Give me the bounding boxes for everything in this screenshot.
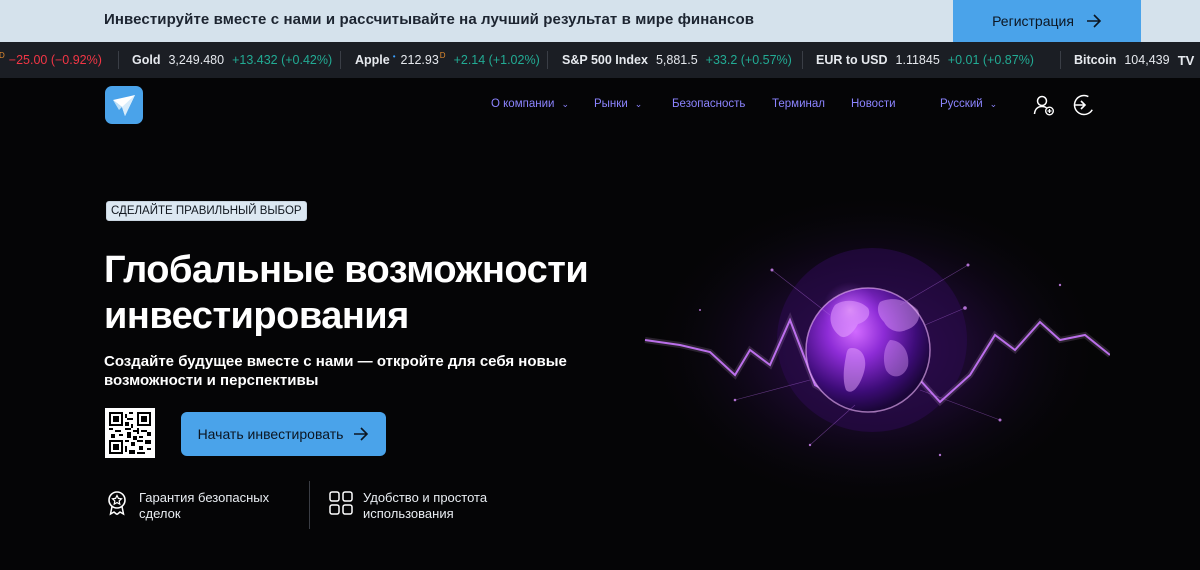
language-label: Русский: [940, 98, 983, 110]
login-icon[interactable]: [1072, 94, 1094, 116]
ticker-change: −25.00 (−0.92%): [8, 53, 102, 67]
ticker-item-gold[interactable]: Gold 3,249.480 +13.432 (+0.42%): [132, 42, 332, 78]
feature-ease-of-use: Удобство и простота использования: [329, 490, 513, 522]
nav-markets[interactable]: Рынки ⌄: [594, 98, 642, 110]
nav-terminal-label: Терминал: [772, 98, 825, 110]
ticker-name: Bitcoin: [1074, 53, 1117, 67]
feature-divider: [309, 481, 310, 529]
tradingview-logo[interactable]: TV: [1172, 42, 1200, 78]
ticker-name: Gold: [132, 53, 161, 67]
ticker-divider: [340, 51, 341, 69]
feature-ease-of-use-text: Удобство и простота использования: [363, 490, 488, 521]
ticker-divider: [1060, 51, 1061, 69]
qr-code-icon: [109, 412, 151, 454]
user-register-icon[interactable]: [1033, 94, 1055, 116]
ticker-item-apple[interactable]: Apple • 212.93 D +2.14 (+1.02%): [355, 42, 540, 78]
arrow-right-icon: [354, 427, 369, 441]
ticker-price: 3,249.480: [168, 53, 225, 67]
qr-code[interactable]: [105, 408, 155, 458]
ticker-price: 104,439: [1124, 53, 1170, 67]
ticker-tape[interactable]: D −25.00 (−0.92%) Gold 3,249.480 +13.432…: [0, 42, 1200, 78]
ticker-divider: [118, 51, 119, 69]
arrow-right-icon: [1086, 14, 1102, 28]
ticker-price: 212.93: [400, 53, 439, 67]
start-investing-label: Начать инвестировать: [197, 426, 344, 442]
brand-logo[interactable]: [105, 86, 143, 124]
ticker-change: +13.432 (+0.42%): [232, 53, 333, 67]
ticker-name: EUR to USD: [816, 53, 888, 67]
hero-title-line1: Глобальные возможности: [104, 249, 589, 291]
feature-secure-deals: Гарантия безопасных сделок: [105, 490, 289, 522]
hero-badge: СДЕЛАЙТЕ ПРАВИЛЬНЫЙ ВЫБОР: [106, 201, 307, 221]
nav-markets-label: Рынки: [594, 98, 628, 110]
register-label: Регистрация: [992, 13, 1074, 29]
ticker-price: 5,881.5: [655, 53, 698, 67]
ticker-item[interactable]: D −25.00 (−0.92%): [0, 42, 102, 78]
chevron-down-icon: ⌄: [561, 98, 569, 109]
ticker-divider: [547, 51, 548, 69]
chevron-down-icon: ⌄: [634, 98, 643, 109]
chevron-down-icon: ⌄: [989, 98, 998, 109]
ticker-item-bitcoin[interactable]: Bitcoin 104,439: [1074, 42, 1170, 78]
hero-title-line2: инвестирования: [104, 295, 409, 337]
medal-star-icon: [108, 491, 126, 516]
nav-news-label: Новости: [851, 98, 896, 110]
globe-illustration: [644, 190, 1110, 510]
nav-about-label: О компании: [491, 98, 555, 110]
ticker-name: Apple: [355, 53, 390, 67]
language-selector[interactable]: Русский ⌄: [940, 98, 997, 110]
ticker-divider: [802, 51, 803, 69]
ticker-price: 1.11845: [895, 53, 940, 67]
ticker-change: +2.14 (+1.02%): [453, 53, 540, 67]
feature-secure-deals-text: Гарантия безопасных сделок: [139, 490, 270, 521]
ticker-item-eurusd[interactable]: EUR to USD 1.11845 +0.01 (+0.87%): [816, 42, 1034, 78]
nav-security[interactable]: Безопасность: [672, 98, 745, 110]
paper-plane-logo-icon: [113, 95, 135, 116]
hero-title: Глобальные возможности инвестирования: [104, 247, 664, 339]
register-button[interactable]: Регистрация: [953, 0, 1141, 42]
ticker-item-sp500[interactable]: S&P 500 Index 5,881.5 +33.2 (+0.57%): [562, 42, 792, 78]
ticker-change: +33.2 (+0.57%): [705, 53, 792, 67]
ticker-dot: •: [392, 51, 396, 61]
grid-icon: [329, 491, 353, 515]
hero-subtitle: Создайте будущее вместе с нами — откройт…: [104, 353, 567, 389]
nav-security-label: Безопасность: [672, 98, 746, 110]
announcement-bar: Инвестируйте вместе с нами и рассчитывай…: [0, 0, 1200, 42]
ticker-flag: D: [0, 50, 5, 60]
nav-terminal[interactable]: Терминал: [772, 98, 825, 110]
announcement-text: Инвестируйте вместе с нами и рассчитывай…: [104, 11, 755, 28]
ticker-change: +0.01 (+0.87%): [947, 53, 1034, 67]
ticker-name: S&P 500 Index: [562, 53, 648, 67]
nav-about[interactable]: О компании ⌄: [491, 98, 569, 110]
start-investing-button[interactable]: Начать инвестировать: [181, 412, 386, 456]
ticker-flag: D: [439, 50, 446, 60]
nav-news[interactable]: Новости: [851, 98, 896, 110]
